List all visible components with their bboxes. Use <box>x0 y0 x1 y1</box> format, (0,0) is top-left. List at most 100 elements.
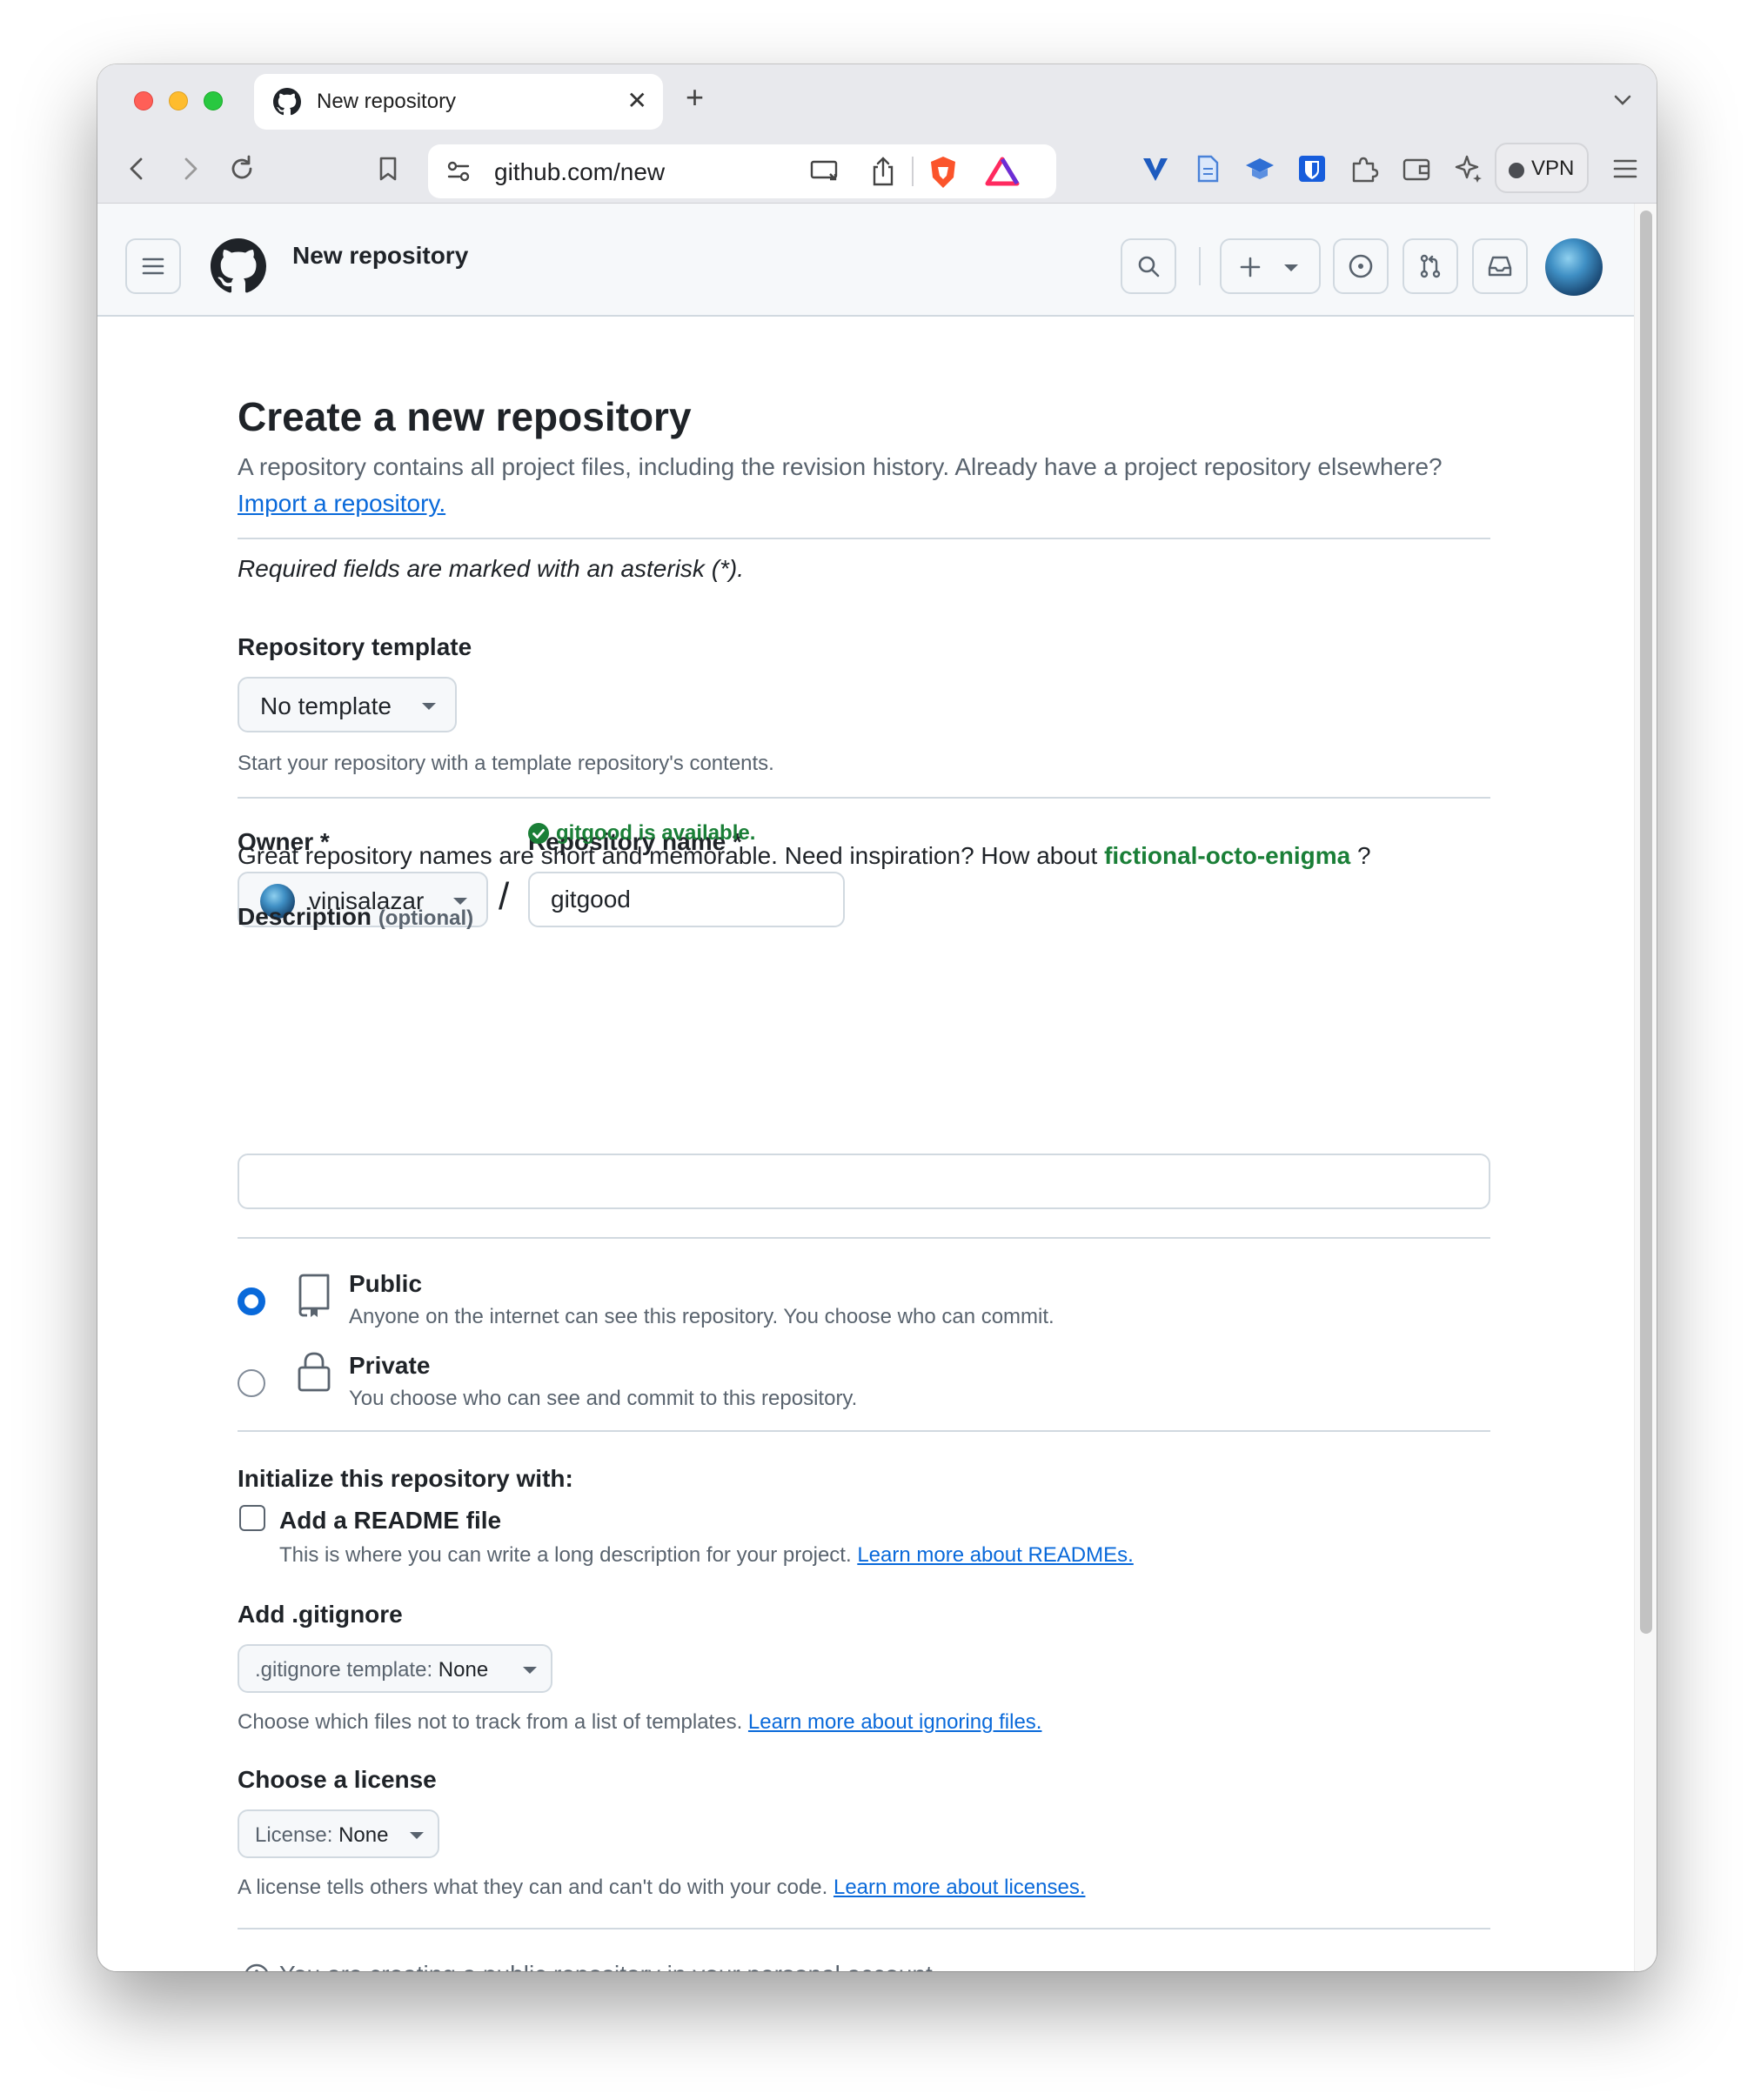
template-label: Repository template <box>238 633 472 660</box>
github-favicon-icon <box>273 88 301 116</box>
extension-doc-icon[interactable] <box>1190 151 1225 186</box>
minimize-window-button[interactable] <box>169 91 188 110</box>
availability-text: gitgood is available. <box>556 821 756 845</box>
browser-tab[interactable]: New repository ✕ <box>254 74 663 130</box>
license-select-text: License: None <box>255 1823 388 1848</box>
maximize-window-button[interactable] <box>204 91 223 110</box>
public-radio[interactable] <box>238 1287 265 1315</box>
omnibox-divider <box>912 157 914 186</box>
description-label-text: Description <box>238 903 372 930</box>
extension-bitwarden-icon[interactable] <box>1295 151 1329 186</box>
menu-icon[interactable] <box>1608 151 1643 186</box>
github-header: New repository <box>97 204 1634 317</box>
page-heading: Create a new repository <box>238 394 692 439</box>
readme-label[interactable]: Add a README file <box>279 1507 501 1535</box>
tab-close-icon[interactable]: ✕ <box>627 86 647 116</box>
import-repository-link[interactable]: Import a repository. <box>238 490 445 517</box>
reload-icon[interactable] <box>224 151 259 186</box>
brave-shields-icon[interactable] <box>927 155 959 190</box>
pull-request-icon <box>1420 254 1441 278</box>
caret-down-icon <box>422 703 436 710</box>
readme-hint: This is where you can write a long descr… <box>279 1543 1134 1568</box>
close-window-button[interactable] <box>134 91 153 110</box>
github-logo-icon[interactable] <box>211 238 266 294</box>
readme-learn-more-link[interactable]: Learn more about READMEs. <box>857 1543 1133 1567</box>
description-label-row: Description (optional) <box>238 903 473 931</box>
inbox-icon <box>1488 256 1512 277</box>
header-divider <box>1199 247 1201 285</box>
license-select-value: None <box>338 1823 389 1847</box>
caret-down-icon <box>410 1832 424 1839</box>
repo-name-input[interactable] <box>528 872 845 927</box>
vpn-button[interactable]: VPN <box>1495 143 1589 193</box>
inbox-button[interactable] <box>1472 238 1528 294</box>
hamburger-icon <box>142 257 164 275</box>
repo-icon <box>298 1274 330 1317</box>
divider <box>238 1928 1490 1929</box>
share-icon[interactable] <box>870 155 896 188</box>
site-settings-icon[interactable] <box>444 157 473 186</box>
optional-tag: (optional) <box>378 906 474 930</box>
page-scrollbar[interactable] <box>1634 204 1657 1971</box>
user-avatar[interactable] <box>1545 238 1603 296</box>
create-new-button[interactable] <box>1220 238 1321 294</box>
scrollbar-thumb[interactable] <box>1640 211 1652 1634</box>
caret-down-icon <box>523 1667 537 1674</box>
lead-text: A repository contains all project files,… <box>238 453 1443 480</box>
page-description: A repository contains all project files,… <box>238 449 1473 522</box>
suggested-name-link[interactable]: fictional-octo-enigma <box>1104 842 1350 869</box>
url-text: github.com/new <box>494 158 666 185</box>
divider <box>238 538 1490 539</box>
license-label: Choose a license <box>238 1766 437 1793</box>
gitignore-select[interactable]: .gitignore template: None <box>238 1644 552 1693</box>
inspiration-suffix: ? <box>1356 842 1371 869</box>
gitignore-learn-more-link[interactable]: Learn more about ignoring files. <box>748 1710 1042 1734</box>
check-circle-icon <box>528 823 549 844</box>
template-value: No template <box>260 692 392 719</box>
readme-checkbox[interactable] <box>239 1505 265 1531</box>
search-icon <box>1138 256 1160 278</box>
license-hint-text: A license tells others what they can and… <box>238 1876 828 1899</box>
license-learn-more-link[interactable]: Learn more about licenses. <box>833 1876 1086 1899</box>
search-button[interactable] <box>1121 238 1176 294</box>
private-title: Private <box>349 1352 431 1379</box>
extension-cap-icon[interactable] <box>1242 151 1277 186</box>
caret-down-icon <box>1284 264 1298 271</box>
leo-ai-icon[interactable] <box>1451 151 1486 186</box>
back-icon[interactable] <box>120 151 155 186</box>
private-description: You choose who can see and commit to thi… <box>349 1387 858 1410</box>
description-input[interactable] <box>238 1154 1490 1209</box>
page-viewport: New repository Create a new repository A… <box>97 204 1657 1971</box>
issues-button[interactable] <box>1333 238 1389 294</box>
pull-requests-button[interactable] <box>1403 238 1458 294</box>
extension-v-icon[interactable] <box>1138 151 1173 186</box>
name-inspiration: Great repository names are short and mem… <box>238 842 1371 870</box>
page-context-title[interactable]: New repository <box>292 242 468 270</box>
address-bar[interactable]: github.com/new <box>428 144 1056 198</box>
chevron-down-icon[interactable] <box>1610 87 1636 113</box>
gitignore-select-prefix: .gitignore template: <box>255 1658 433 1682</box>
bookmark-icon[interactable] <box>371 151 405 186</box>
gitignore-select-value: None <box>438 1658 489 1682</box>
wallet-icon[interactable] <box>1399 151 1434 186</box>
brave-rewards-icon[interactable] <box>985 157 1020 186</box>
gitignore-label: Add .gitignore <box>238 1601 403 1628</box>
extensions-puzzle-icon[interactable] <box>1347 151 1382 186</box>
license-select[interactable]: License: None <box>238 1809 439 1858</box>
cast-icon[interactable] <box>809 157 840 186</box>
divider <box>238 797 1490 799</box>
template-select[interactable]: No template <box>238 677 457 732</box>
tab-title: New repository <box>317 90 457 113</box>
forward-icon[interactable] <box>172 151 207 186</box>
browser-window: New repository ✕ + github.com/new VPN Ne… <box>97 64 1657 1971</box>
initialize-label: Initialize this repository with: <box>238 1465 573 1492</box>
vpn-label: VPN <box>1531 157 1575 180</box>
divider <box>238 1237 1490 1239</box>
info-icon <box>245 1963 268 1971</box>
new-tab-icon[interactable]: + <box>686 82 704 113</box>
issue-icon <box>1349 254 1373 278</box>
private-radio[interactable] <box>238 1369 265 1397</box>
global-nav-button[interactable] <box>125 238 181 294</box>
public-title: Public <box>349 1270 423 1297</box>
template-hint: Start your repository with a template re… <box>238 752 774 775</box>
